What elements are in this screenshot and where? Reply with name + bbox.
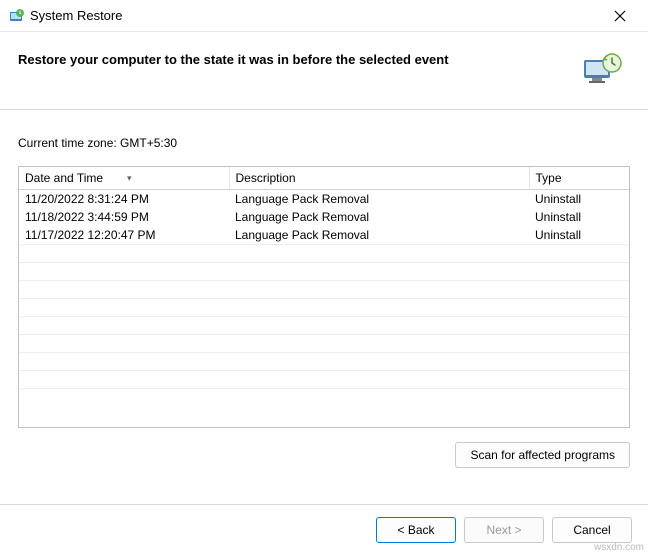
cancel-button[interactable]: Cancel bbox=[552, 517, 632, 543]
cell-datetime: 11/20/2022 8:31:24 PM bbox=[19, 190, 229, 209]
restore-points-table[interactable]: Date and Time ▾ Description Type 11/20/20… bbox=[18, 166, 630, 428]
table-empty-row bbox=[19, 317, 629, 335]
table-empty-row bbox=[19, 353, 629, 371]
table-empty-row bbox=[19, 335, 629, 353]
cell-type: Uninstall bbox=[529, 190, 629, 209]
scan-affected-programs-button[interactable]: Scan for affected programs bbox=[455, 442, 630, 468]
back-button[interactable]: < Back bbox=[376, 517, 456, 543]
restore-header-icon bbox=[578, 48, 626, 91]
close-button[interactable] bbox=[600, 2, 640, 30]
window-title: System Restore bbox=[30, 8, 600, 23]
sort-desc-icon: ▾ bbox=[127, 173, 132, 183]
table-empty-row bbox=[19, 245, 629, 263]
titlebar: System Restore bbox=[0, 0, 648, 32]
wizard-header: Restore your computer to the state it wa… bbox=[0, 32, 648, 110]
page-heading: Restore your computer to the state it wa… bbox=[18, 48, 449, 67]
content-area: Current time zone: GMT+5:30 Date and Tim… bbox=[0, 110, 648, 498]
cell-datetime: 11/18/2022 3:44:59 PM bbox=[19, 208, 229, 226]
table-empty-row bbox=[19, 281, 629, 299]
table-row[interactable]: 11/18/2022 3:44:59 PM Language Pack Remo… bbox=[19, 208, 629, 226]
column-header-type-label: Type bbox=[536, 171, 562, 185]
wizard-footer: < Back Next > Cancel bbox=[0, 504, 648, 555]
table-row[interactable]: 11/20/2022 8:31:24 PM Language Pack Remo… bbox=[19, 190, 629, 209]
next-button[interactable]: Next > bbox=[464, 517, 544, 543]
table-empty-row bbox=[19, 263, 629, 281]
column-header-datetime[interactable]: Date and Time ▾ bbox=[19, 167, 229, 190]
cell-type: Uninstall bbox=[529, 226, 629, 245]
column-header-type[interactable]: Type bbox=[529, 167, 629, 190]
below-table-actions: Scan for affected programs bbox=[18, 428, 630, 488]
timezone-label: Current time zone: GMT+5:30 bbox=[18, 136, 630, 150]
cell-description: Language Pack Removal bbox=[229, 226, 529, 245]
cell-description: Language Pack Removal bbox=[229, 208, 529, 226]
column-header-datetime-label: Date and Time bbox=[25, 171, 103, 185]
column-header-description[interactable]: Description bbox=[229, 167, 529, 190]
cell-description: Language Pack Removal bbox=[229, 190, 529, 209]
cell-datetime: 11/17/2022 12:20:47 PM bbox=[19, 226, 229, 245]
system-restore-icon bbox=[8, 8, 24, 24]
column-header-description-label: Description bbox=[236, 171, 296, 185]
table-empty-row bbox=[19, 299, 629, 317]
cell-type: Uninstall bbox=[529, 208, 629, 226]
table-empty-row bbox=[19, 389, 629, 407]
table-empty-row bbox=[19, 371, 629, 389]
table-row[interactable]: 11/17/2022 12:20:47 PM Language Pack Rem… bbox=[19, 226, 629, 245]
